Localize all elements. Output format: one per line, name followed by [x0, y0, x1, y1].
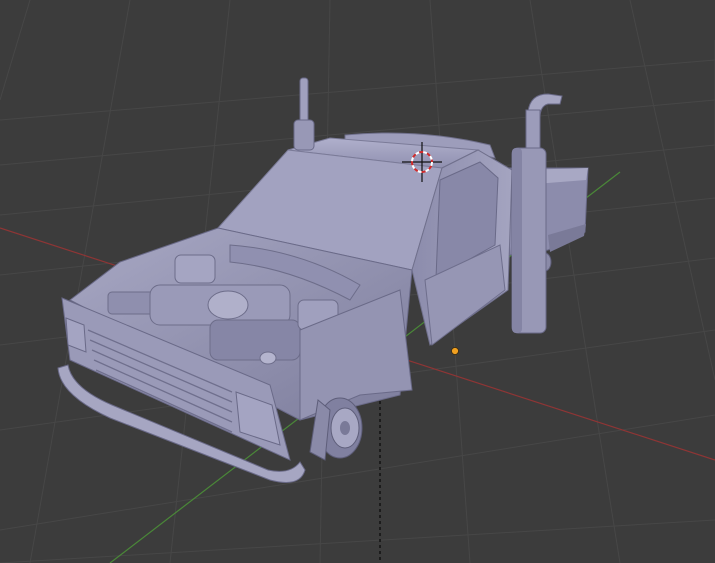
object-origin-dot[interactable]: [451, 347, 459, 355]
3d-viewport[interactable]: [0, 0, 715, 563]
exhaust-stack-left: [293, 77, 315, 151]
pickup-truck-model[interactable]: [57, 77, 589, 483]
viewport-scene[interactable]: [0, 0, 715, 563]
front-wheel-hub: [309, 397, 363, 461]
